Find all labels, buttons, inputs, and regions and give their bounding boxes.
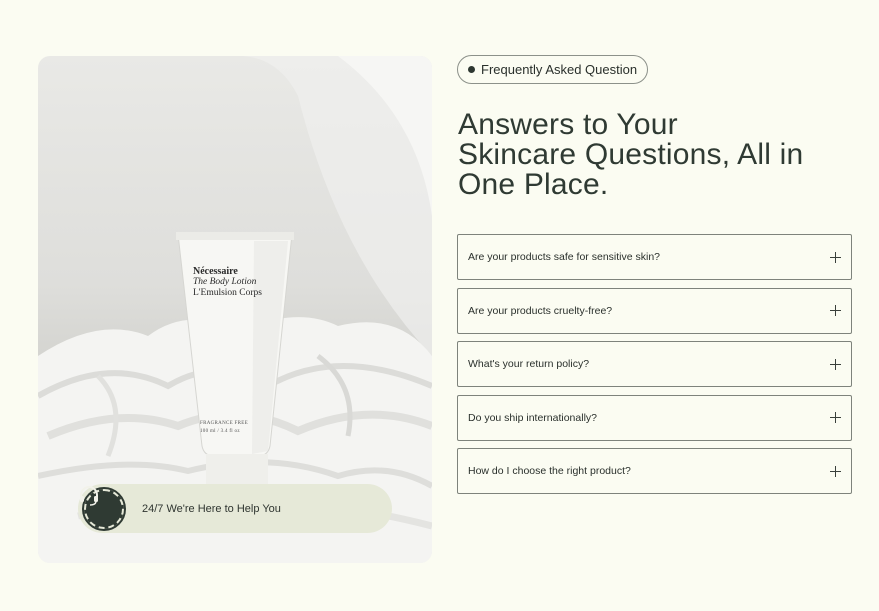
faq-section: Nécessaire The Body Lotion L'Emulsion Co… [0, 0, 879, 611]
badge-dot-icon [468, 66, 475, 73]
support-pill[interactable]: 24/7 We're Here to Help You [78, 484, 392, 533]
faq-item-cruelty-free[interactable]: Are your products cruelty-free? [457, 287, 852, 334]
plus-icon[interactable] [830, 412, 841, 423]
plus-icon[interactable] [830, 305, 841, 316]
plus-icon[interactable] [830, 465, 841, 477]
faq-question: Are your products safe for sensitive ski… [468, 251, 661, 263]
product-fragrance: FRAGRANCE FREE [200, 421, 248, 426]
faq-badge: Frequently Asked Question [457, 55, 649, 84]
faq-item-shipping[interactable]: Do you ship internationally? [457, 394, 852, 441]
headset-icon [80, 486, 126, 531]
product-brand: Nécessaire [193, 266, 238, 277]
support-label: 24/7 We're Here to Help You [142, 502, 281, 515]
product-details: FRAGRANCE FREE 100 ml / 3.4 fl oz [200, 420, 248, 436]
product-volume: 100 ml / 3.4 fl oz [200, 429, 240, 434]
faq-item-sensitive-skin[interactable]: Are your products safe for sensitive ski… [457, 234, 852, 280]
page-title-line-3: One Place. [458, 168, 609, 201]
product-name-fr: L'Emulsion Corps [193, 288, 263, 298]
faq-badge-label: Frequently Asked Question [481, 62, 638, 77]
page-title: Answers to Your Skincare Questions, All … [458, 110, 858, 200]
plus-icon[interactable] [830, 358, 841, 370]
page-title-line-1: Answers to Your [458, 108, 678, 141]
page-title-line-2: Skincare Questions, All in [458, 138, 804, 171]
faq-question: How do I choose the right product? [468, 465, 631, 477]
faq-list: Are your products safe for sensitive ski… [457, 234, 852, 502]
plus-icon[interactable] [830, 251, 841, 263]
faq-question: Are your products cruelty-free? [468, 304, 613, 317]
faq-item-choose-product[interactable]: How do I choose the right product? [457, 448, 852, 494]
product-label: Nécessaire The Body Lotion L'Emulsion Co… [193, 266, 288, 299]
faq-question: Do you ship internationally? [468, 411, 597, 424]
product-name: The Body Lotion [193, 277, 257, 287]
faq-question: What's your return policy? [468, 358, 590, 370]
product-photo: Nécessaire The Body Lotion L'Emulsion Co… [38, 56, 432, 563]
faq-item-return-policy[interactable]: What's your return policy? [457, 341, 852, 387]
